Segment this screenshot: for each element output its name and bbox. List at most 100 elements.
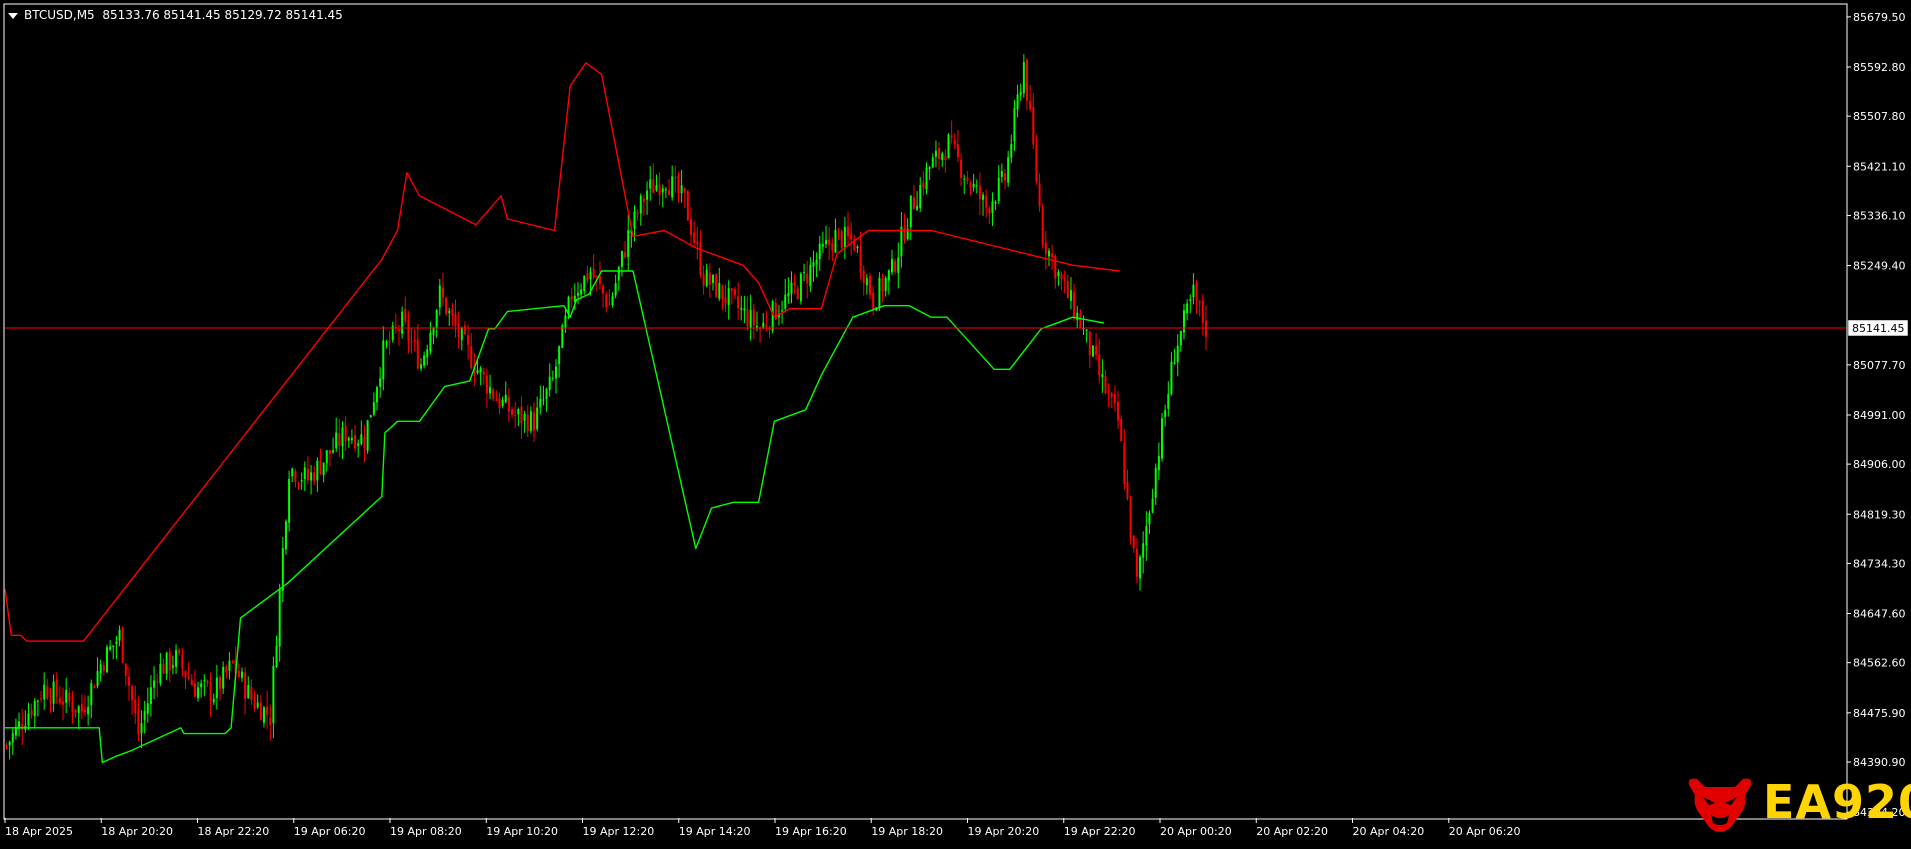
candle-body [1016, 94, 1019, 110]
candle-body [27, 713, 30, 726]
candle-body [652, 179, 655, 194]
candle-body [799, 273, 802, 302]
candle-body [124, 663, 127, 677]
candle-body [850, 233, 853, 240]
candle-body [1173, 362, 1176, 365]
candle-body [40, 698, 43, 700]
candle-body [495, 399, 498, 401]
candle-body [602, 285, 605, 294]
candle-body [131, 686, 134, 701]
bid-price-label: 85141.45 [1852, 322, 1905, 335]
x-tick-label: 19 Apr 18:20 [871, 825, 943, 838]
candle-body [1095, 345, 1098, 355]
y-tick-label: 84647.60 [1853, 608, 1906, 621]
candle-body [357, 443, 360, 446]
candle-body [696, 241, 699, 244]
candle-body [793, 281, 796, 287]
candle-body [712, 275, 714, 283]
time-axis[interactable]: 18 Apr 2025 18 Apr 20:20 18 Apr 22:20 19 Ap… [4, 818, 1521, 838]
x-tick-label: 20 Apr 00:20 [1160, 825, 1232, 838]
candle-body [812, 262, 815, 267]
candle-body [272, 665, 275, 724]
candle-body [338, 433, 341, 446]
x-tick-label: 18 Apr 2025 [5, 825, 73, 838]
candle-body [1013, 108, 1016, 142]
candle-body [1201, 300, 1204, 324]
candle-body [360, 434, 363, 444]
candle-body [467, 335, 470, 345]
y-tick-label: 84734.30 [1853, 557, 1906, 570]
candle-body [1051, 253, 1054, 258]
candle-body [1054, 255, 1057, 279]
candle-body [379, 378, 382, 387]
candle-body [969, 182, 972, 188]
candle-body [363, 437, 366, 448]
candle-body [127, 676, 130, 686]
candle-body [209, 682, 212, 702]
candle-body [755, 325, 758, 328]
candle-body [821, 244, 824, 247]
candle-body [928, 167, 931, 170]
candle-body [583, 275, 586, 292]
price-axis[interactable]: 85679.50 85592.80 85507.80 85421.10 85336.10… [1847, 11, 1906, 819]
candle-body [1120, 419, 1123, 442]
candle-body [460, 328, 463, 341]
candle-body [1010, 143, 1013, 158]
candle-body [511, 409, 514, 415]
candle-body [1145, 525, 1148, 546]
candle-body [162, 663, 165, 674]
candle-body [997, 177, 1000, 201]
candle-body [1164, 410, 1167, 417]
candle-body [87, 707, 90, 715]
candle-body [262, 707, 265, 723]
candle-body [664, 189, 667, 191]
candle-body [284, 521, 287, 550]
candle-body [1063, 278, 1066, 281]
candle-body [426, 349, 429, 358]
candle-body [925, 167, 928, 190]
candle-body [890, 259, 893, 273]
candle-body [916, 205, 919, 211]
x-tick-label: 19 Apr 10:20 [486, 825, 558, 838]
candle-body [1029, 100, 1032, 109]
candle-body [752, 309, 755, 326]
candle-body [1082, 328, 1085, 330]
candle-body [55, 679, 58, 697]
candle-body [171, 665, 174, 668]
candle-body [693, 232, 696, 244]
collapse-triangle-icon[interactable] [8, 12, 18, 19]
price-chart[interactable]: 85141.45 85679.50 85592.80 85507.80 85421.1… [0, 0, 1911, 845]
candle-body [187, 676, 190, 679]
candle-body [1107, 392, 1110, 394]
chart-canvas[interactable]: 85141.45 85679.50 85592.80 85507.80 85421.1… [0, 0, 1911, 845]
candle-body [956, 144, 959, 158]
candle-body [49, 699, 52, 703]
candle-body [586, 272, 589, 281]
candle-body [347, 437, 350, 441]
x-tick-label: 18 Apr 22:20 [198, 825, 270, 838]
candle-body [482, 371, 485, 375]
candle-body [699, 242, 702, 275]
candle-body [668, 190, 671, 195]
candle-body [225, 666, 228, 673]
candle-body [382, 340, 385, 380]
candle-body [485, 375, 488, 394]
y-tick-label: 85249.40 [1853, 260, 1906, 273]
candle-body [598, 275, 601, 284]
candle-body [558, 345, 561, 365]
candle-body [1101, 374, 1104, 378]
candle-body [894, 260, 897, 272]
candle-body [1186, 303, 1189, 314]
candle-body [215, 677, 218, 699]
x-tick-label: 19 Apr 08:20 [390, 825, 462, 838]
candle-body [190, 680, 193, 685]
candle-body [834, 230, 837, 253]
candle-body [93, 685, 96, 689]
candle-body [398, 329, 400, 331]
x-tick-label: 20 Apr 06:20 [1449, 825, 1521, 838]
candle-body [749, 309, 752, 329]
candle-body [903, 226, 906, 241]
y-tick-label: 85336.10 [1853, 209, 1906, 222]
candle-body [1117, 401, 1120, 421]
candle-body [740, 308, 743, 310]
